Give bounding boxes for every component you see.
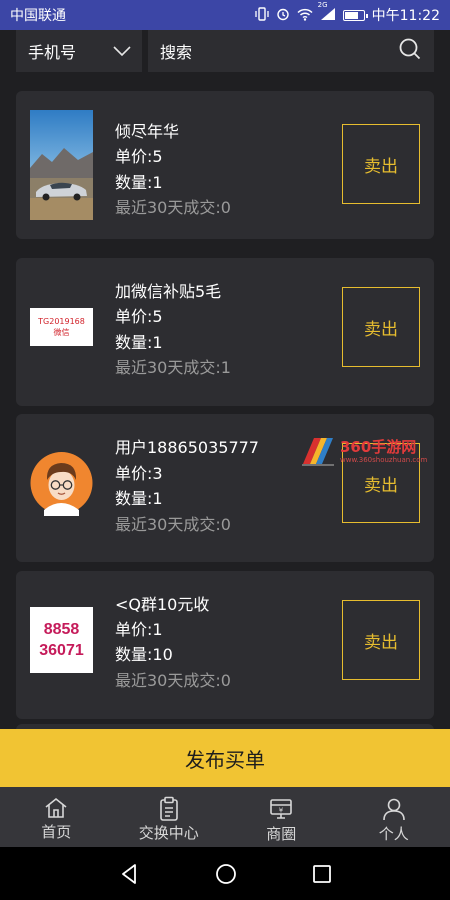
home-icon — [45, 797, 67, 818]
qq-number-thumbnail: 8858 36071 — [30, 607, 93, 673]
shop-icon: ¥ — [270, 799, 293, 819]
search-type-value: 手机号 — [28, 43, 77, 62]
watermark: 360手游网 www.360shouzhuan.com — [300, 432, 450, 472]
listing-recent-deals: 最近30天成交:0 — [115, 671, 231, 690]
chevron-down-icon — [112, 42, 132, 61]
listing-card[interactable]: 8858 36071 <Q群10元收 单价:1 数量:10 最近30天成交:0 … — [16, 571, 434, 719]
listing-recent-deals: 最近30天成交:0 — [115, 198, 231, 217]
car-photo-thumbnail — [30, 110, 93, 220]
publish-buy-order-button[interactable]: 发布买单 — [0, 729, 450, 787]
listing-card[interactable]: 倾尽年华 单价:5 数量:1 最近30天成交:0 卖出 — [16, 91, 434, 239]
text-label-thumbnail: TG2019168 微信 — [30, 308, 93, 346]
tab-home[interactable]: 首页 — [0, 787, 113, 847]
thumbnail-text: 36071 — [39, 642, 84, 659]
listing-price: 单价:5 — [115, 307, 163, 326]
wifi-icon — [297, 8, 313, 23]
watermark-subtitle: www.360shouzhuan.com — [340, 456, 428, 464]
status-icons: 2G 中午11:22 — [254, 2, 440, 25]
carrier-label: 中国联通 — [10, 8, 66, 24]
clock-label: 中午11:22 — [371, 8, 440, 24]
search-icon[interactable] — [398, 37, 422, 65]
back-icon[interactable] — [118, 863, 140, 885]
tab-label: 个人 — [378, 825, 409, 843]
listing-quantity: 数量:10 — [115, 645, 173, 664]
tab-label: 商圈 — [266, 825, 297, 843]
vibrate-icon — [254, 7, 269, 23]
network-type-label: 2G — [317, 1, 328, 9]
system-navigation-bar — [0, 847, 450, 900]
home-circle-icon[interactable] — [215, 863, 237, 885]
listing-title: <Q群10元收 — [115, 595, 210, 614]
listing-quantity: 数量:1 — [115, 173, 163, 192]
thumbnail-text: 微信 — [53, 328, 70, 337]
watermark-title: 360手游网 — [340, 438, 417, 456]
listing-quantity: 数量:1 — [115, 333, 163, 352]
search-input[interactable]: 搜索 — [148, 30, 434, 72]
battery-icon — [342, 9, 368, 21]
publish-button-label: 发布买单 — [185, 747, 265, 772]
signal-icon: 2G — [318, 2, 336, 23]
listing-card[interactable]: TG2019168 微信 加微信补贴5毛 单价:5 数量:1 最近30天成交:1… — [16, 258, 434, 406]
sell-button[interactable]: 卖出 — [342, 124, 420, 204]
listing-price: 单价:5 — [115, 147, 163, 166]
bottom-tab-bar: 首页 交换中心 ¥ 商圈 个人 — [0, 787, 450, 847]
status-bar: 中国联通 2G 中午11:22 — [0, 0, 450, 30]
listing-title: 用户18865035777 — [115, 438, 259, 457]
alarm-icon — [276, 7, 290, 23]
search-placeholder: 搜索 — [160, 43, 193, 62]
avatar-cartoon-thumbnail — [30, 450, 93, 516]
listing-quantity: 数量:1 — [115, 489, 163, 508]
tab-exchange-center[interactable]: 交换中心 — [113, 787, 226, 847]
tab-profile[interactable]: 个人 — [338, 787, 450, 847]
listing-title: 加微信补贴5毛 — [115, 282, 222, 301]
recent-apps-icon[interactable] — [312, 864, 332, 884]
listing-recent-deals: 最近30天成交:0 — [115, 515, 231, 534]
listing-recent-deals: 最近30天成交:1 — [115, 358, 231, 377]
search-row: 手机号 搜索 — [16, 30, 434, 72]
listing-title: 倾尽年华 — [115, 122, 180, 141]
thumbnail-text: 8858 — [43, 621, 80, 638]
watermark-logo-icon — [302, 438, 334, 466]
search-type-select[interactable]: 手机号 — [16, 30, 142, 72]
svg-text:¥: ¥ — [279, 807, 284, 815]
listing-price: 单价:1 — [115, 620, 163, 639]
thumbnail-text: TG2019168 — [38, 317, 85, 326]
tab-label: 首页 — [41, 823, 72, 841]
sell-button[interactable]: 卖出 — [342, 287, 420, 367]
sell-button[interactable]: 卖出 — [342, 600, 420, 680]
tab-shopping-circle[interactable]: ¥ 商圈 — [225, 787, 338, 847]
listing-price: 单价:3 — [115, 464, 163, 483]
user-icon — [382, 798, 405, 821]
clipboard-icon — [159, 796, 178, 821]
tab-label: 交换中心 — [138, 824, 199, 842]
